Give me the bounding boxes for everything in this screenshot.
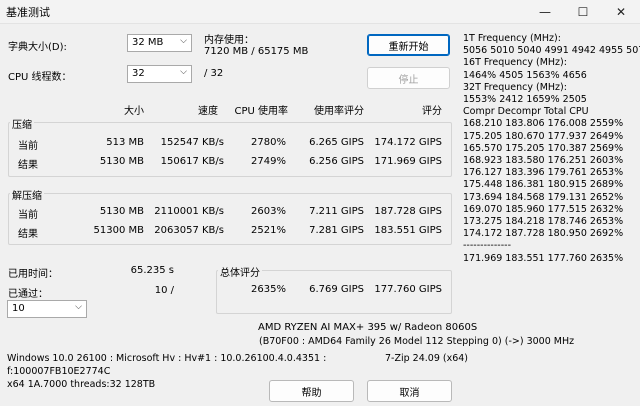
os-info: Windows 10.0 26100 : Microsoft Hv : Hv#1… [7, 353, 327, 364]
decompress-current-rating-cpu: 7.211 GIPS [309, 206, 364, 217]
log-line: 1T Frequency (MHz): [463, 33, 561, 44]
log-line: 16T Frequency (MHz): [463, 57, 567, 69]
memory-usage-value: 7120 MB / 65175 MB [204, 46, 309, 57]
passes-select-value: 10 [12, 303, 25, 314]
compress-group-label: 压缩 [10, 116, 34, 131]
chevron-down-icon: ⌵ [180, 36, 187, 46]
decompress-current-speed: 2110001 KB/s [154, 206, 224, 217]
cpu-threads-label: CPU 线程数： [8, 72, 72, 83]
log-line: 1464% 4505 1563% 4656 [463, 69, 587, 81]
log-line: 175.448 186.381 180.915 2689% [463, 179, 624, 191]
passes-value: 10 / [154, 285, 174, 296]
total-rating-label: 总体评分 [218, 264, 262, 279]
log-line: Compr Decompr Total CPU [463, 106, 589, 118]
log-line: 165.570 175.205 170.387 2569% [463, 142, 624, 154]
decompress-result-label: 结果 [18, 229, 38, 240]
decompress-current-cpu: 2603% [251, 206, 286, 217]
decompress-group-label: 解压缩 [10, 187, 44, 202]
cancel-button[interactable]: 取消 [367, 380, 452, 402]
memory-usage-label: 内存使用： [204, 35, 254, 46]
decompress-current-label: 当前 [18, 210, 38, 221]
header-size: 大小 [124, 106, 144, 117]
compress-result-size: 5130 MB [99, 156, 144, 167]
passes-select[interactable]: 10 ⌵ [7, 300, 87, 318]
header-rating-per-usage: 使用率评分 [314, 106, 364, 117]
cpu-name: AMD RYZEN AI MAX+ 395 w/ Radeon 8060S [258, 322, 478, 333]
stop-button[interactable]: 停止 [367, 67, 450, 89]
chevron-down-icon: ⌵ [180, 67, 187, 77]
compress-current-rating-cpu: 6.265 GIPS [309, 137, 364, 148]
compress-result-rating: 171.969 GIPS [374, 156, 442, 167]
decompress-current-rating: 187.728 GIPS [374, 206, 442, 217]
compress-current-cpu: 2780% [251, 137, 286, 148]
decompress-result-rating-cpu: 7.281 GIPS [309, 225, 364, 236]
decompress-result-speed: 2063057 KB/s [154, 225, 224, 236]
log-line: 175.205 180.670 177.937 2649% [463, 130, 624, 142]
elapsed-time-label: 已用时间： [8, 269, 58, 280]
cpu-flags: f:100007FB10E2774C [7, 366, 111, 377]
frequency-log-panel: 1T Frequency (MHz): 5056 5010 5040 4991 … [463, 33, 640, 265]
version-info: 7-Zip 24.09 (x64) [385, 353, 469, 364]
decompress-result-rating: 183.551 GIPS [374, 225, 442, 236]
log-line: 5056 5010 5040 4991 4942 4955 5078 [463, 45, 640, 57]
window-title: 基准测试 [6, 6, 50, 19]
decompress-group [8, 193, 452, 245]
decompress-result-size: 51300 MB [93, 225, 144, 236]
dict-size-value: 32 MB [132, 37, 164, 48]
compress-current-rating: 174.172 GIPS [374, 137, 442, 148]
compress-current-size: 513 MB [106, 137, 144, 148]
minimize-button[interactable]: — [526, 0, 564, 24]
close-button[interactable]: ✕ [602, 0, 640, 24]
log-line: 171.969 183.551 177.760 2635% [463, 252, 624, 264]
cpu-threads-value: 32 [132, 68, 145, 79]
log-line: 173.275 184.218 178.746 2653% [463, 216, 624, 228]
header-cpu-usage: CPU 使用率 [234, 106, 288, 117]
total-rating: 177.760 GIPS [374, 284, 442, 295]
dict-size-select[interactable]: 32 MB ⌵ [127, 34, 192, 52]
header-speed: 速度 [198, 106, 218, 117]
compress-result-speed: 150617 KB/s [160, 156, 224, 167]
total-rating-cpu: 6.769 GIPS [309, 284, 364, 295]
log-line: 1553% 2412 1659% 2505 [463, 94, 587, 106]
elapsed-time-value: 65.235 s [130, 265, 174, 276]
chevron-down-icon: ⌵ [75, 302, 82, 312]
decompress-current-size: 5130 MB [99, 206, 144, 217]
compress-current-speed: 152547 KB/s [160, 137, 224, 148]
header-rating: 评分 [422, 106, 442, 117]
restart-button[interactable]: 重新开始 [367, 34, 450, 56]
compress-result-rating-cpu: 6.256 GIPS [309, 156, 364, 167]
compress-result-cpu: 2749% [251, 156, 286, 167]
log-line: 169.070 185.960 177.515 2632% [463, 203, 624, 215]
log-line: 168.923 183.580 176.251 2603% [463, 155, 624, 167]
log-line: 174.172 187.728 180.950 2692% [463, 228, 624, 240]
compress-group [8, 122, 452, 177]
thread-info: x64 1A.7000 threads:32 128TB [7, 379, 156, 390]
compress-current-label: 当前 [18, 141, 38, 152]
log-line: 176.127 183.396 179.761 2653% [463, 167, 624, 179]
dict-size-label: 字典大小(D): [8, 42, 67, 53]
help-button[interactable]: 帮助 [269, 380, 354, 402]
cpu-detail: (B70F00 : AMD64 Family 26 Model 112 Step… [259, 336, 575, 347]
compress-result-label: 结果 [18, 160, 38, 171]
cpu-threads-total: / 32 [204, 68, 224, 79]
passes-label: 已通过： [8, 289, 48, 300]
log-line: 32T Frequency (MHz): [463, 81, 567, 93]
cpu-threads-select[interactable]: 32 ⌵ [127, 65, 192, 83]
log-separator: -------------- [463, 240, 511, 252]
maximize-button[interactable]: ☐ [564, 0, 602, 24]
log-line: 168.210 183.806 176.008 2559% [463, 118, 624, 130]
decompress-result-cpu: 2521% [251, 225, 286, 236]
log-line: 173.694 184.568 179.131 2652% [463, 191, 624, 203]
total-cpu: 2635% [251, 284, 286, 295]
